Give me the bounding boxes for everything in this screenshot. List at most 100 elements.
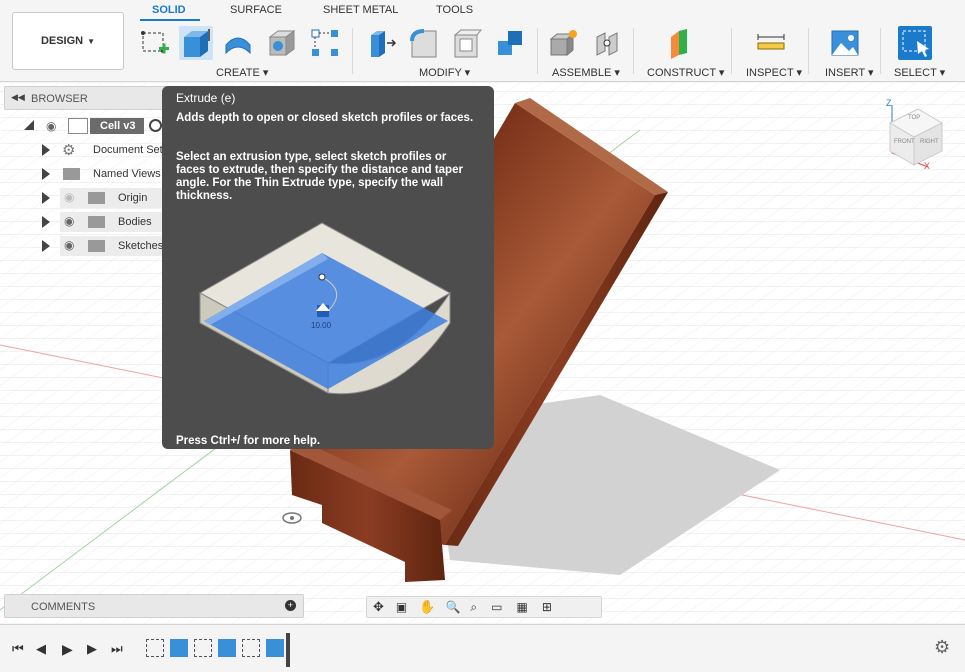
caret-down-icon: ▼: [87, 36, 96, 46]
tooltip-help: Press Ctrl+/ for more help.: [176, 435, 321, 447]
separator: [808, 28, 809, 74]
illustration-value: 10.00: [311, 321, 332, 330]
viewports-icon[interactable]: ⊞: [542, 600, 552, 614]
new-component-icon[interactable]: [546, 26, 580, 60]
tooltip-detail: Select an extrusion type, select sketch …: [176, 151, 463, 202]
pattern-icon[interactable]: [308, 26, 342, 60]
browser-item-label: Bodies: [118, 216, 152, 228]
inspect-menu[interactable]: INSPECT ▾: [746, 66, 802, 79]
folder-icon: [88, 216, 105, 228]
expand-icon[interactable]: [42, 192, 50, 204]
timeline-sketch-icon[interactable]: [242, 639, 260, 657]
insert-image-icon[interactable]: [828, 26, 862, 60]
orbit-icon[interactable]: ✥: [373, 599, 384, 615]
workspace-switcher[interactable]: DESIGN ▼: [12, 12, 124, 70]
select-icon[interactable]: [898, 26, 932, 60]
create-sketch-icon[interactable]: [138, 26, 172, 60]
separator: [731, 28, 732, 74]
pan-icon[interactable]: ✋: [419, 599, 435, 615]
gear-icon: ⚙: [62, 142, 76, 159]
collapse-panel-icon[interactable]: ◀◀: [11, 92, 25, 103]
row-highlight: [60, 188, 170, 208]
assemble-menu[interactable]: ASSEMBLE ▾: [552, 66, 620, 79]
separator: [352, 28, 353, 74]
browser-item-label: Sketches: [118, 240, 164, 252]
extrude-illustration: 10.00: [198, 222, 452, 395]
timeline-sketch-icon[interactable]: [146, 639, 164, 657]
folder-icon: [63, 168, 80, 180]
timeline-extrude-icon[interactable]: [170, 639, 188, 657]
comments-panel[interactable]: COMMENTS +: [4, 594, 304, 618]
viewcube-right-label: RIGHT: [920, 139, 939, 145]
navigation-bar: ✥ ▣ ✋ 🔍 ⌕ ▭ ▦ ⊞: [366, 596, 602, 618]
comments-title: COMMENTS: [31, 601, 96, 613]
visibility-eye-icon[interactable]: ◉: [64, 238, 74, 252]
step-back-icon[interactable]: ◀: [36, 641, 46, 657]
grid-settings-icon[interactable]: ▦: [516, 600, 527, 614]
browser-item-label: Origin: [118, 192, 148, 204]
browser-root-row[interactable]: ◉ Cell v3: [0, 115, 170, 137]
folder-icon: [88, 192, 105, 204]
press-pull-icon[interactable]: [364, 26, 398, 60]
modify-menu[interactable]: MODIFY ▾: [419, 66, 470, 79]
measure-icon[interactable]: [754, 26, 788, 60]
expand-icon[interactable]: [42, 144, 50, 156]
browser-item[interactable]: Named Views: [0, 163, 170, 185]
step-forward-icon[interactable]: ▶: [87, 641, 97, 657]
activate-radio-icon[interactable]: [149, 119, 162, 132]
visibility-eye-icon[interactable]: ◉: [64, 214, 74, 228]
separator: [880, 28, 881, 74]
hidden-eye-icon[interactable]: ◉: [64, 190, 74, 204]
expand-icon[interactable]: [42, 216, 50, 228]
create-menu[interactable]: CREATE ▾: [216, 66, 268, 79]
workspace-label: DESIGN: [40, 35, 84, 47]
add-comment-icon[interactable]: +: [285, 600, 296, 611]
root-component-label[interactable]: Cell v3: [90, 118, 144, 134]
zoom-icon[interactable]: 🔍: [445, 600, 460, 614]
extrude-tooltip: Extrude (e) Adds depth to open or closed…: [162, 86, 494, 449]
select-menu[interactable]: SELECT ▾: [894, 66, 945, 79]
axis-z-label: Z: [886, 98, 892, 108]
go-to-start-icon[interactable]: ⏮: [12, 641, 24, 657]
browser-item[interactable]: ⚙ Document Setti: [0, 139, 170, 161]
joint-icon[interactable]: [590, 26, 624, 60]
row-highlight: [60, 212, 170, 232]
browser-item[interactable]: ◉ Bodies: [0, 211, 170, 233]
active-tab-indicator: [140, 19, 200, 21]
shell-icon[interactable]: [450, 26, 484, 60]
extrude-icon[interactable]: [179, 26, 213, 60]
tab-solid[interactable]: SOLID: [152, 4, 186, 16]
go-to-end-icon[interactable]: ⏭: [111, 641, 123, 657]
display-settings-icon[interactable]: ▭: [491, 600, 502, 614]
browser-item-label: Document Setti: [93, 144, 169, 156]
browser-title: BROWSER: [31, 93, 88, 105]
expand-icon[interactable]: [42, 168, 50, 180]
component-icon: [68, 118, 88, 134]
tab-surface[interactable]: SURFACE: [230, 4, 282, 16]
revolve-icon[interactable]: [221, 26, 255, 60]
timeline-extrude-icon[interactable]: [266, 639, 284, 657]
viewcube[interactable]: TOP FRONT RIGHT Z X: [882, 95, 952, 175]
offset-plane-icon[interactable]: [664, 26, 698, 60]
insert-menu[interactable]: INSERT ▾: [825, 66, 874, 79]
tab-sheet-metal[interactable]: SHEET METAL: [323, 4, 398, 16]
construct-menu[interactable]: CONSTRUCT ▾: [647, 66, 724, 79]
tab-tools[interactable]: TOOLS: [436, 4, 473, 16]
timeline-features: [146, 639, 286, 661]
look-at-icon[interactable]: ▣: [396, 600, 407, 614]
timeline-settings-gear-icon[interactable]: ⚙: [934, 637, 950, 658]
timeline-sketch-icon[interactable]: [194, 639, 212, 657]
combine-icon[interactable]: [493, 26, 527, 60]
play-icon[interactable]: ▶: [62, 641, 73, 658]
hole-icon[interactable]: [265, 26, 299, 60]
fillet-icon[interactable]: [407, 26, 441, 60]
toolbar: DESIGN ▼ SOLID SURFACE SHEET METAL TOOLS…: [0, 0, 965, 82]
expand-icon[interactable]: [42, 240, 50, 252]
timeline-extrude-icon[interactable]: [218, 639, 236, 657]
collapse-tree-icon[interactable]: [24, 120, 34, 130]
browser-item[interactable]: ◉ Sketches: [0, 235, 170, 257]
visibility-eye-icon[interactable]: ◉: [46, 119, 56, 133]
timeline-marker[interactable]: [286, 633, 290, 667]
browser-item[interactable]: ◉ Origin: [0, 187, 170, 209]
fit-icon[interactable]: ⌕: [470, 600, 477, 615]
